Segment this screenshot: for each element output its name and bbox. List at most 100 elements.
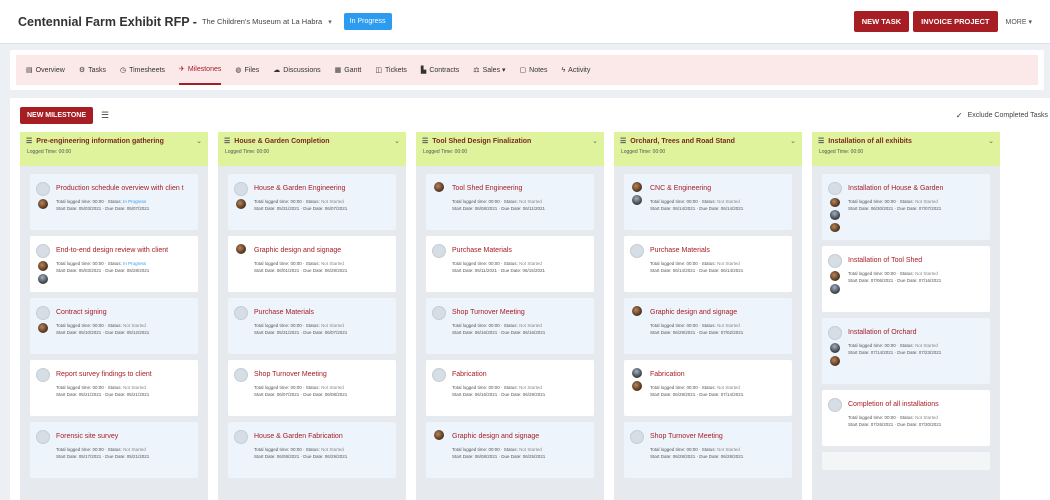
column-menu-chevron-icon[interactable]: ⌄ [394, 137, 400, 145]
tab-timesheets[interactable]: ◷ Timesheets [120, 55, 165, 85]
drag-handle-icon[interactable]: ☰ [224, 137, 230, 145]
tab-activity[interactable]: ϟ Activity [561, 55, 590, 85]
user-avatar[interactable] [830, 284, 840, 294]
task-card[interactable]: Graphic design and signage Total logged t… [426, 422, 594, 478]
task-title-link[interactable]: Shop Turnover Meeting [254, 370, 390, 379]
task-title-link[interactable]: Shop Turnover Meeting [452, 308, 588, 317]
default-avatar-icon[interactable] [432, 244, 446, 258]
task-card[interactable]: Purchase Materials Total logged time: 00:… [426, 236, 594, 292]
default-avatar-icon[interactable] [630, 244, 644, 258]
task-card[interactable]: Contract signing Total logged time: 00:00… [30, 298, 198, 354]
default-avatar-icon[interactable] [828, 326, 842, 340]
drag-handle-icon[interactable]: ☰ [422, 137, 428, 145]
user-avatar[interactable] [38, 199, 48, 209]
user-avatar[interactable] [38, 261, 48, 271]
milestone-column-header[interactable]: ☰ House & Garden Completion Logged Time: 0… [218, 132, 406, 166]
task-card[interactable]: CNC & Engineering Total logged time: 00:0… [624, 174, 792, 230]
task-title-link[interactable]: Purchase Materials [650, 246, 786, 255]
more-menu-button[interactable]: MORE ▾ [1006, 18, 1032, 26]
user-avatar[interactable] [434, 182, 444, 192]
task-title-link[interactable]: House & Garden Engineering [254, 184, 390, 193]
task-card[interactable]: Installation of Tool Shed Total logged ti… [822, 246, 990, 312]
exclude-completed-toggle[interactable]: ✓ Exclude Completed Tasks [956, 111, 1050, 120]
default-avatar-icon[interactable] [432, 368, 446, 382]
task-title-link[interactable]: Installation of House & Garden [848, 184, 984, 193]
user-avatar[interactable] [236, 199, 246, 209]
tab-milestones[interactable]: ✈ Milestones [179, 55, 222, 85]
task-title-link[interactable]: House & Garden Fabrication [254, 432, 390, 441]
tab-tickets[interactable]: ◫ Tickets [375, 55, 407, 85]
user-avatar[interactable] [830, 210, 840, 220]
task-card[interactable]: Graphic design and signage Total logged t… [228, 236, 396, 292]
default-avatar-icon[interactable] [828, 254, 842, 268]
column-menu-chevron-icon[interactable]: ⌄ [988, 137, 994, 145]
task-card[interactable]: Report survey findings to client Total lo… [30, 360, 198, 416]
user-avatar[interactable] [830, 343, 840, 353]
task-title-link[interactable]: Fabrication [452, 370, 588, 379]
column-menu-chevron-icon[interactable]: ⌄ [592, 137, 598, 145]
tab-overview[interactable]: ▤ Overview [26, 55, 65, 85]
default-avatar-icon[interactable] [234, 306, 248, 320]
task-card[interactable]: House & Garden Fabrication Total logged t… [228, 422, 396, 478]
default-avatar-icon[interactable] [36, 306, 50, 320]
milestone-column-header[interactable]: ☰ Pre-engineering information gathering Lo… [20, 132, 208, 166]
default-avatar-icon[interactable] [234, 182, 248, 196]
column-menu-chevron-icon[interactable]: ⌄ [790, 137, 796, 145]
task-title-link[interactable]: Purchase Materials [254, 308, 390, 317]
task-title-link[interactable]: Forensic site survey [56, 432, 192, 441]
default-avatar-icon[interactable] [234, 368, 248, 382]
user-avatar[interactable] [236, 244, 246, 254]
user-avatar[interactable] [830, 356, 840, 366]
user-avatar[interactable] [830, 198, 840, 208]
user-avatar[interactable] [830, 222, 840, 232]
checkbox-checked-icon[interactable]: ✓ [956, 111, 963, 120]
task-title-link[interactable]: Contract signing [56, 308, 192, 317]
milestone-column-header[interactable]: ☰ Tool Shed Design Finalization Logged Tim… [416, 132, 604, 166]
task-card[interactable]: Purchase Materials Total logged time: 00:… [624, 236, 792, 292]
default-avatar-icon[interactable] [36, 430, 50, 444]
default-avatar-icon[interactable] [36, 244, 50, 258]
tab-tasks[interactable]: ⚙ Tasks [79, 55, 106, 85]
tab-contracts[interactable]: ▙ Contracts [421, 55, 459, 85]
task-card[interactable]: House & Garden Engineering Total logged t… [228, 174, 396, 230]
user-avatar[interactable] [632, 182, 642, 192]
task-card[interactable]: Completion of all installations Total log… [822, 390, 990, 446]
tab-notes[interactable]: ▢ Notes [520, 55, 548, 85]
new-milestone-button[interactable]: NEW MILESTONE [20, 106, 93, 124]
default-avatar-icon[interactable] [432, 306, 446, 320]
task-card[interactable]: Shop Turnover Meeting Total logged time: … [624, 422, 792, 478]
task-title-link[interactable]: Fabrication [650, 370, 786, 379]
task-title-link[interactable]: Installation of Tool Shed [848, 256, 984, 265]
task-card[interactable]: Installation of Orchard Total logged time… [822, 318, 990, 384]
column-menu-chevron-icon[interactable]: ⌄ [196, 137, 202, 145]
default-avatar-icon[interactable] [36, 182, 50, 196]
project-switcher-caret[interactable]: ▾ [328, 18, 332, 26]
user-avatar[interactable] [632, 195, 642, 205]
task-title-link[interactable]: Production schedule overview with clien … [56, 184, 192, 193]
default-avatar-icon[interactable] [36, 368, 50, 382]
user-avatar[interactable] [830, 271, 840, 281]
default-avatar-icon[interactable] [828, 398, 842, 412]
task-card[interactable]: Installation of House & Garden Total logg… [822, 174, 990, 240]
task-card[interactable]: Shop Turnover Meeting Total logged time: … [228, 360, 396, 416]
task-title-link[interactable]: Completion of all installations [848, 400, 984, 409]
task-card[interactable]: Shop Turnover Meeting Total logged time: … [426, 298, 594, 354]
task-title-link[interactable]: End-to-end design review with client [56, 246, 192, 255]
default-avatar-icon[interactable] [234, 430, 248, 444]
task-card[interactable]: Production schedule overview with clien … [30, 174, 198, 230]
user-avatar[interactable] [632, 368, 642, 378]
task-title-link[interactable]: Purchase Materials [452, 246, 588, 255]
new-task-button[interactable]: NEW TASK [853, 11, 910, 32]
task-title-link[interactable]: Tool Shed Engineering [452, 184, 588, 193]
task-card[interactable]: End-to-end design review with client Tota… [30, 236, 198, 292]
milestone-column-header[interactable]: ☰ Orchard, Trees and Road Stand Logged Tim… [614, 132, 802, 166]
task-card[interactable]: Tool Shed Engineering Total logged time: … [426, 174, 594, 230]
default-avatar-icon[interactable] [630, 430, 644, 444]
task-title-link[interactable]: Graphic design and signage [254, 246, 390, 255]
user-avatar[interactable] [632, 306, 642, 316]
task-title-link[interactable]: Graphic design and signage [650, 308, 786, 317]
drag-handle-icon[interactable]: ☰ [818, 137, 824, 145]
milestone-column-header[interactable]: ☰ Installation of all exhibits Logged Time… [812, 132, 1000, 166]
drag-handle-icon[interactable]: ☰ [620, 137, 626, 145]
task-title-link[interactable]: Shop Turnover Meeting [650, 432, 786, 441]
